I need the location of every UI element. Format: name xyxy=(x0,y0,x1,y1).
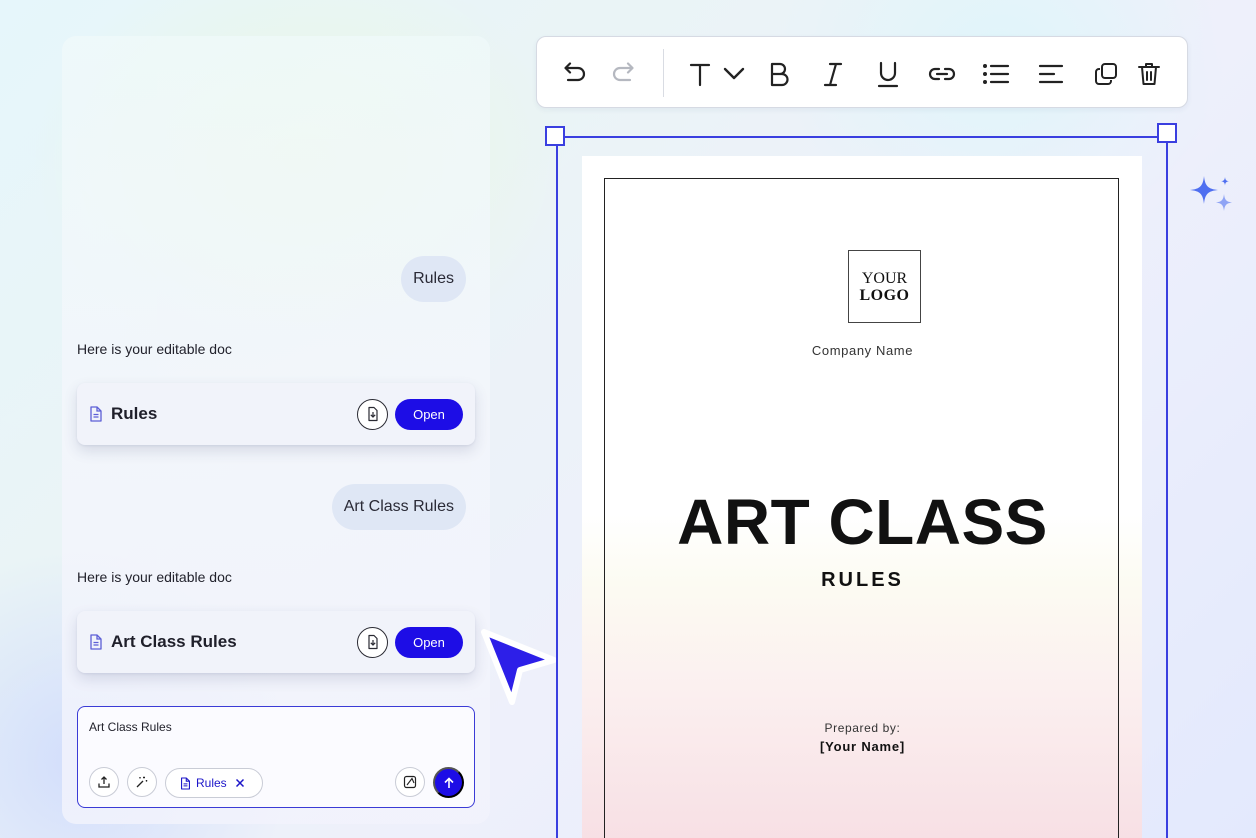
open-button[interactable]: Open xyxy=(395,626,463,658)
bold-icon[interactable] xyxy=(764,59,794,89)
upload-icon xyxy=(98,776,110,788)
undo-icon[interactable] xyxy=(559,59,589,89)
delete-icon[interactable] xyxy=(1134,59,1164,89)
user-message-bubble: Art Class Rules xyxy=(331,484,466,530)
download-icon xyxy=(367,406,378,422)
download-button[interactable] xyxy=(357,398,388,430)
doc-card-title: Rules xyxy=(111,404,158,423)
redo-icon[interactable] xyxy=(609,59,639,89)
attachment-chip-label: Rules xyxy=(196,776,227,790)
doc-card-rules[interactable]: Rules Open xyxy=(77,383,475,445)
underline-icon[interactable] xyxy=(873,59,903,89)
document-icon xyxy=(181,776,190,790)
close-icon[interactable] xyxy=(235,778,245,788)
editor-toolbar xyxy=(536,36,1188,108)
magic-button[interactable] xyxy=(127,767,157,797)
cursor-pointer-icon xyxy=(481,629,557,705)
assistant-message-text: Here is your editable doc xyxy=(77,569,232,585)
doc-card-title: Art Class Rules xyxy=(111,632,237,651)
resize-handle-top-left[interactable] xyxy=(545,126,565,146)
resize-handle-top-right[interactable] xyxy=(1157,123,1177,143)
arrow-up-icon xyxy=(443,776,454,788)
sparkle-icon xyxy=(1190,176,1232,211)
magic-wand-icon xyxy=(136,776,148,788)
attachment-chip[interactable]: Rules xyxy=(165,768,263,798)
document-icon xyxy=(89,634,103,650)
composer-input[interactable]: Art Class Rules xyxy=(89,720,172,734)
bullet-list-icon[interactable] xyxy=(981,59,1011,89)
message-composer[interactable]: Art Class Rules Rules xyxy=(77,706,475,808)
user-message-bubble: Rules xyxy=(401,256,466,302)
upload-button[interactable] xyxy=(89,767,119,797)
send-button[interactable] xyxy=(433,767,464,798)
link-icon[interactable] xyxy=(927,59,957,89)
open-button[interactable]: Open xyxy=(395,398,463,430)
duplicate-icon[interactable] xyxy=(1091,59,1121,89)
download-button[interactable] xyxy=(357,626,388,658)
selection-frame[interactable] xyxy=(556,136,1168,838)
text-style-icon[interactable] xyxy=(685,59,715,89)
document-icon xyxy=(89,406,103,422)
assistant-message-text: Here is your editable doc xyxy=(77,341,232,357)
image-template-icon xyxy=(403,775,417,789)
chat-panel: Rules Here is your editable doc Rules Op… xyxy=(62,36,490,824)
italic-icon[interactable] xyxy=(818,59,848,89)
align-left-icon[interactable] xyxy=(1036,59,1066,89)
toolbar-divider xyxy=(663,49,664,97)
chevron-down-icon[interactable] xyxy=(719,59,749,89)
doc-card-art-class-rules[interactable]: Art Class Rules Open xyxy=(77,611,475,673)
download-icon xyxy=(367,634,378,650)
template-button[interactable] xyxy=(395,767,425,797)
